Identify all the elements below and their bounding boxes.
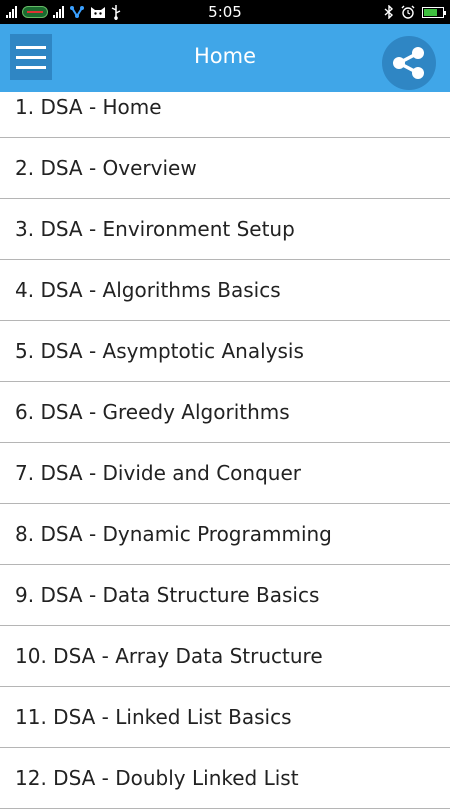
list-item[interactable]: 2. DSA - Overview [0,138,450,199]
status-bar: 5:05 [0,0,450,24]
list-item-label: 3. DSA - Environment Setup [15,217,295,241]
alarm-icon [401,5,415,19]
list-item[interactable]: 5. DSA - Asymptotic Analysis [0,321,450,382]
list-item-label: 6. DSA - Greedy Algorithms [15,400,290,424]
list-item-label: 7. DSA - Divide and Conquer [15,461,301,485]
list-item-label: 2. DSA - Overview [15,156,197,180]
status-right-icons [384,5,446,19]
list-item[interactable]: 3. DSA - Environment Setup [0,199,450,260]
list-item[interactable]: 4. DSA - Algorithms Basics [0,260,450,321]
topic-list: 1. DSA - Home 2. DSA - Overview 3. DSA - E… [0,77,450,809]
list-item-label: 12. DSA - Doubly Linked List [15,766,299,790]
list-item[interactable]: 6. DSA - Greedy Algorithms [0,382,450,443]
list-item-label: 9. DSA - Data Structure Basics [15,583,320,607]
list-item[interactable]: 9. DSA - Data Structure Basics [0,565,450,626]
list-item-label: 4. DSA - Algorithms Basics [15,278,281,302]
list-item-label: 10. DSA - Array Data Structure [15,644,323,668]
bluetooth-icon [384,5,394,19]
list-item[interactable]: 11. DSA - Linked List Basics [0,687,450,748]
list-item-label: 1. DSA - Home [15,95,162,119]
status-time: 5:05 [208,3,242,21]
list-item[interactable]: 7. DSA - Divide and Conquer [0,443,450,504]
list-item[interactable]: 10. DSA - Array Data Structure [0,626,450,687]
list-item[interactable]: 8. DSA - Dynamic Programming [0,504,450,565]
list-item[interactable]: 1. DSA - Home [0,77,450,138]
list-item-label: 8. DSA - Dynamic Programming [15,522,332,546]
list-item-label: 11. DSA - Linked List Basics [15,705,292,729]
list-item-label: 5. DSA - Asymptotic Analysis [15,339,304,363]
battery-charging-icon [422,6,446,18]
